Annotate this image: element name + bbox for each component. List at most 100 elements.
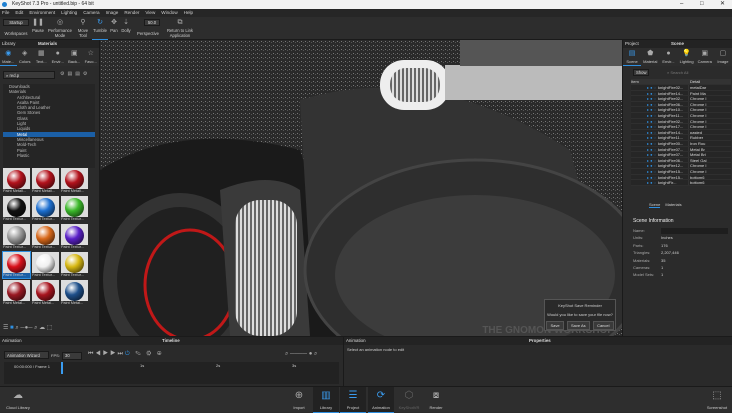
menu-camera[interactable]: Camera	[83, 9, 99, 17]
visibility-toggle-icon[interactable]: ▸ ● ◌	[631, 96, 658, 101]
visibility-toggle-icon[interactable]: ▸ ● ◌	[631, 147, 658, 152]
visibility-toggle-icon[interactable]: ▸ ● ◌	[631, 163, 658, 168]
material-thumbnail[interactable]: Paint Textur...	[32, 252, 59, 278]
timeline-track[interactable]: 00:00:000 / Frame 1 1s 2s 3s	[4, 362, 339, 384]
library-tab-1[interactable]: ◈ Colors	[17, 48, 34, 66]
dolly-button[interactable]: ⇣ Dolly	[120, 17, 132, 40]
import-button[interactable]: ⊕ Import	[286, 387, 312, 413]
zoom-slider[interactable]: ⌕ ──── ● ⌕	[285, 351, 317, 358]
material-thumbnail[interactable]: Paint Metall...	[61, 168, 88, 194]
properties-animation-tab[interactable]: Animation	[346, 337, 366, 345]
playhead[interactable]	[61, 362, 63, 374]
material-thumbnail[interactable]: Paint Textur...	[2, 251, 31, 279]
tree-item[interactable]: Plastic	[3, 153, 95, 158]
visibility-toggle-icon[interactable]: ▸ ● ◌	[631, 85, 658, 90]
visibility-toggle-icon[interactable]: ▸ ● ◌	[631, 152, 658, 157]
visibility-toggle-icon[interactable]: ▸ ● ◌	[631, 135, 658, 140]
visibility-toggle-icon[interactable]: ▸ ● ◌	[631, 169, 658, 174]
visibility-toggle-icon[interactable]: ▸ ● ◌	[631, 175, 658, 180]
visibility-toggle-icon[interactable]: ▸ ● ◌	[631, 119, 658, 124]
material-thumbnail[interactable]: Paint Metal...	[61, 280, 88, 306]
show-button[interactable]: Show	[633, 69, 650, 76]
performance-mode-button[interactable]: ◎ Performance Mode	[47, 17, 73, 40]
minimize-button[interactable]: –	[680, 0, 683, 9]
project-tab[interactable]: Project	[625, 40, 639, 48]
save-button[interactable]: Save	[546, 321, 564, 330]
menu-render[interactable]: Render	[124, 9, 139, 17]
fps-input[interactable]: 30	[62, 352, 82, 360]
subtab-scene[interactable]: Scene	[649, 202, 661, 208]
keyshotvr-button[interactable]: ⬡ KeyShotVR	[396, 387, 422, 413]
visibility-toggle-icon[interactable]: ▸ ● ◌	[631, 107, 658, 112]
material-thumbnail[interactable]: Paint Textur...	[32, 196, 59, 222]
screenshot-button[interactable]: ⬚ Screenshot	[704, 387, 730, 413]
scene-tab-4[interactable]: ▣ Camera	[696, 48, 714, 66]
material-thumbnail[interactable]: Paint Metall...	[3, 168, 30, 194]
visibility-toggle-icon[interactable]: ▸ ● ◌	[631, 158, 658, 163]
material-thumbnail[interactable]: Paint Metal...	[3, 280, 30, 306]
visibility-toggle-icon[interactable]: ▸ ● ◌	[631, 91, 658, 96]
playback-controls[interactable]: ⏮◀▶▶⏭⏻ ✎ ⚙ ⊕	[88, 351, 164, 358]
maximize-button[interactable]: □	[700, 0, 704, 9]
material-thumbnail[interactable]: Paint Textur...	[61, 224, 88, 250]
material-thumbnail[interactable]: Paint Textur...	[61, 196, 88, 222]
cancel-button[interactable]: Cancel	[593, 321, 614, 330]
scene-tab-3[interactable]: 💡 Lighting	[678, 48, 696, 66]
visibility-toggle-icon[interactable]: ▸ ● ◌	[631, 130, 658, 135]
close-button[interactable]: ✕	[720, 0, 725, 9]
library-tab-3[interactable]: ● Envir...	[50, 48, 67, 66]
pan-button[interactable]: ✥ Pan	[109, 17, 119, 40]
move-tool-button[interactable]: ⚲ Move Tool	[76, 17, 90, 40]
pause-button[interactable]: ❚❚ Pause	[31, 17, 45, 40]
scene-tab-0[interactable]: ▤ Scene	[623, 48, 642, 66]
workspace-select[interactable]: Startup	[3, 19, 29, 26]
material-thumbnail[interactable]: Paint Metal...	[32, 280, 59, 306]
library-tab-0[interactable]: ◉ Mate...	[0, 48, 17, 66]
scene-tab-2[interactable]: ● Envir...	[659, 48, 677, 66]
menu-environment[interactable]: Environment	[29, 9, 55, 17]
animation-wizard-button[interactable]: Animation Wizard	[4, 351, 49, 359]
menu-image[interactable]: Image	[106, 9, 119, 17]
visibility-toggle-icon[interactable]: ▸ ● ◌	[631, 124, 658, 129]
scene-tab-1[interactable]: ⬟ Material	[641, 48, 659, 66]
visibility-toggle-icon[interactable]: ▸ ● ◌	[631, 141, 658, 146]
library-tab-2[interactable]: ▦ Text...	[33, 48, 50, 66]
library-button[interactable]: ▥ Library	[313, 387, 339, 413]
library-tab-4[interactable]: ▣ Back...	[66, 48, 83, 66]
menu-help[interactable]: Help	[184, 9, 193, 17]
menu-view[interactable]: View	[145, 9, 155, 17]
material-thumbnail[interactable]: Paint Textur...	[3, 224, 30, 250]
menu-edit[interactable]: Edit	[15, 9, 23, 17]
visibility-toggle-icon[interactable]: ▸ ● ◌	[631, 113, 658, 118]
info-value[interactable]	[661, 228, 728, 234]
workspaces-control[interactable]: Startup Workspaces	[3, 17, 29, 40]
visibility-toggle-icon[interactable]: ▸ ● ◌	[631, 102, 658, 107]
menu-window[interactable]: Window	[161, 9, 177, 17]
material-thumbnail[interactable]: Paint Metall...	[32, 168, 59, 194]
project-button[interactable]: ☰ Project	[340, 387, 366, 413]
visibility-toggle-icon[interactable]: ▸ ● ◌	[631, 180, 658, 185]
material-thumbnail[interactable]: Paint Textur...	[3, 196, 30, 222]
tumble-button[interactable]: ↻ Tumble	[92, 17, 108, 40]
material-thumbnail[interactable]: Paint Textur...	[32, 224, 59, 250]
subtab-materials[interactable]: Materials	[665, 202, 681, 208]
render-button[interactable]: ⧇ Render	[423, 387, 449, 413]
animation-tab[interactable]: Animation	[2, 337, 22, 345]
scene-tab-5[interactable]: ▢ Image	[714, 48, 732, 66]
library-search-input[interactable]: ⌕ red.p	[3, 71, 55, 79]
scene-search-input[interactable]: ⌕ Search All	[667, 70, 731, 75]
library-tab-5[interactable]: ☆ Favo...	[83, 48, 100, 66]
animation-button[interactable]: ⟳ Animation	[368, 387, 394, 413]
menu-file[interactable]: File	[2, 9, 9, 17]
perspective-control[interactable]: 50.0 Perspective	[135, 17, 161, 40]
return-to-link-button[interactable]: ⧉ Return to Link Application	[164, 17, 196, 40]
render-viewport[interactable]: THE GNOMON WORKSHOP	[100, 40, 622, 336]
library-tab[interactable]: Library	[2, 40, 15, 48]
fov-input[interactable]: 50.0	[144, 19, 160, 26]
save-as-button[interactable]: Save As	[566, 321, 590, 330]
material-thumbnail[interactable]: Paint Textur...	[61, 252, 88, 278]
library-tools[interactable]: ⚙▤▤⚙	[60, 71, 90, 77]
menu-lighting[interactable]: Lighting	[61, 9, 77, 17]
view-mode-icons[interactable]: ☰ ■ ⌕ ─●─ ⌕ ☁ ⬚	[3, 324, 53, 332]
scene-row[interactable]: ▸ ● ◌ knightFir... bottom6	[631, 180, 731, 186]
